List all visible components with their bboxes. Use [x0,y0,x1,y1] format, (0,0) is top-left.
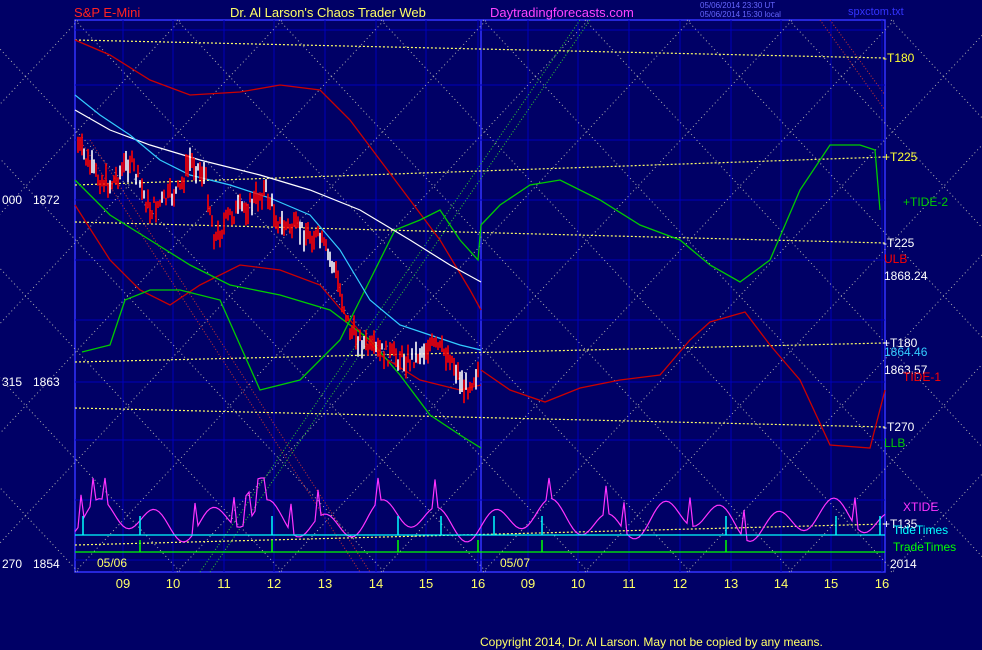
x-tick-label: 11 [217,576,231,591]
instrument-label: S&P E-Mini [74,5,140,20]
x-tick-label: 12 [673,576,687,591]
tunnel-label-4: -T270 [883,420,915,434]
y-tick-left-0: 000 [2,193,22,207]
y-tick-value-1: 1863 [33,375,60,389]
tunnel-label-2: -T225 [883,236,915,250]
x-tick-label: 09 [521,576,535,591]
timestamp-ut: 05/06/2014 23:30 UT [700,1,775,10]
website-link[interactable]: Daytradingforecasts.com [490,5,634,20]
x-tick-label: 12 [267,576,281,591]
filename-label: spxctom.txt [848,6,904,18]
x-tick-label: 14 [369,576,383,591]
x-tick-label: 15 [824,576,838,591]
right-label-5: TIDE-1 [903,370,941,384]
right-label-3: 1864.46 [884,345,928,359]
x-tick-label: 11 [622,576,636,591]
x-tick-label: 13 [318,576,332,591]
y-tick-value-0: 1872 [33,193,60,207]
x-tick-label: 16 [875,576,889,591]
y-tick-left-2: 270 [2,557,22,571]
right-label-2: 1868.24 [884,269,928,283]
right-label-0: +TIDE-2 [903,195,948,209]
x-tick-label: 10 [571,576,585,591]
timestamp-local: 05/06/2014 15:30 local [700,10,781,19]
right-label-9: TradeTimes [893,540,956,554]
copyright-text: Copyright 2014, Dr. Al Larson. May not b… [480,635,823,649]
y-tick-value-2: 1854 [33,557,60,571]
x-tick-label: 09 [116,576,130,591]
right-label-6: LLB [884,436,905,450]
tunnel-label-1: +T225 [883,150,918,164]
x-tick-label: 10 [166,576,180,591]
right-label-7: XTIDE [903,500,938,514]
right-label-8: TideTimes [893,523,948,537]
x-tick-label: 15 [419,576,433,591]
x-tick-label: 16 [471,576,485,591]
tunnel-label-0: -T180 [883,51,915,65]
chaos-trader-chart: S&P E-Mini Dr. Al Larson's Chaos Trader … [0,0,982,650]
right-label-1: ULB [884,252,907,266]
date-label-day1: 05/06 [97,556,127,570]
year-label: 2014 [890,557,917,571]
x-tick-label: 13 [724,576,738,591]
x-tick-label: 14 [774,576,788,591]
date-label-day2: 05/07 [500,556,530,570]
y-tick-left-1: 315 [2,375,22,389]
site-title: Dr. Al Larson's Chaos Trader Web [230,5,426,20]
